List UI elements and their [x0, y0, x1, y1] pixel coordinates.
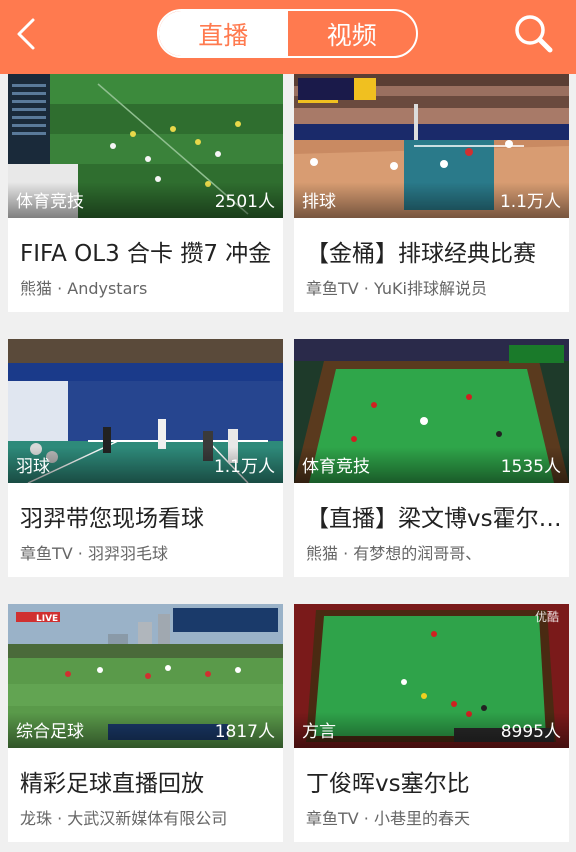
back-button[interactable]: [8, 14, 44, 54]
stream-title: 丁俊晖vs塞尔比: [306, 771, 470, 797]
category-label: 体育竞技: [302, 457, 370, 477]
top-bar: 直播 视频: [0, 0, 576, 74]
live-video-switch: 直播 视频: [157, 9, 418, 58]
category-label: 综合足球: [16, 722, 84, 742]
stream-thumbnail: 优酷 方言 8995人: [294, 604, 569, 748]
viewer-count: 1.1万人: [499, 192, 561, 212]
youku-watermark: 优酷: [534, 610, 559, 624]
stream-source: 熊猫 · Andystars: [20, 279, 148, 298]
stream-card[interactable]: LIVE 综合足球 1817人 精彩足球直播回放 龙珠 · 大武汉新媒体有限公司: [8, 604, 283, 842]
stream-source: 龙珠 · 大武汉新媒体有限公司: [20, 809, 228, 828]
live-watermark: LIVE: [36, 614, 59, 624]
stream-source: 章鱼TV · 羽羿羽毛球: [20, 544, 168, 563]
stream-source: 熊猫 · 有梦想的润哥哥、: [306, 544, 482, 563]
category-label: 排球: [302, 192, 336, 212]
stream-card[interactable]: 排球 1.1万人 【金桶】排球经典比赛 章鱼TV · YuKi排球解说员: [294, 74, 569, 312]
category-label: 羽球: [16, 457, 50, 477]
viewer-count: 8995人: [500, 722, 561, 742]
stream-title: 【金桶】排球经典比赛: [306, 241, 536, 267]
category-label: 方言: [302, 722, 336, 742]
viewer-count: 2501人: [214, 192, 275, 212]
category-label: 体育竞技: [16, 192, 84, 212]
stream-card[interactable]: 体育竞技 1535人 【直播】梁文博vs霍尔… 熊猫 · 有梦想的润哥哥、: [294, 339, 569, 577]
stream-title: 【直播】梁文博vs霍尔…: [306, 506, 562, 532]
stream-title: 精彩足球直播回放: [20, 771, 204, 797]
stream-source: 章鱼TV · YuKi排球解说员: [306, 279, 487, 298]
stream-source: 章鱼TV · 小巷里的春天: [306, 809, 470, 828]
stream-title: FIFA OL3 合卡 攒7 冲金: [20, 241, 272, 267]
viewer-count: 1817人: [214, 722, 275, 742]
stream-thumbnail: 体育竞技 2501人: [8, 74, 283, 218]
stream-card[interactable]: 羽球 1.1万人 羽羿带您现场看球 章鱼TV · 羽羿羽毛球: [8, 339, 283, 577]
stream-thumbnail: LIVE 综合足球 1817人: [8, 604, 283, 748]
stream-thumbnail: 羽球 1.1万人: [8, 339, 283, 483]
stream-thumbnail: 体育竞技 1535人: [294, 339, 569, 483]
stream-title: 羽羿带您现场看球: [20, 506, 204, 532]
viewer-count: 1535人: [500, 457, 561, 477]
tab-live[interactable]: 直播: [159, 11, 288, 56]
stream-card[interactable]: 优酷 方言 8995人 丁俊晖vs塞尔比 章鱼TV · 小巷里的春天: [294, 604, 569, 842]
chevron-left-icon: [17, 18, 35, 50]
stream-card[interactable]: 体育竞技 2501人 FIFA OL3 合卡 攒7 冲金 熊猫 · Andyst…: [8, 74, 283, 312]
viewer-count: 1.1万人: [213, 457, 275, 477]
stream-thumbnail: 排球 1.1万人: [294, 74, 569, 218]
search-button[interactable]: [512, 12, 556, 56]
search-icon: [515, 15, 553, 53]
tab-video[interactable]: 视频: [288, 11, 417, 56]
